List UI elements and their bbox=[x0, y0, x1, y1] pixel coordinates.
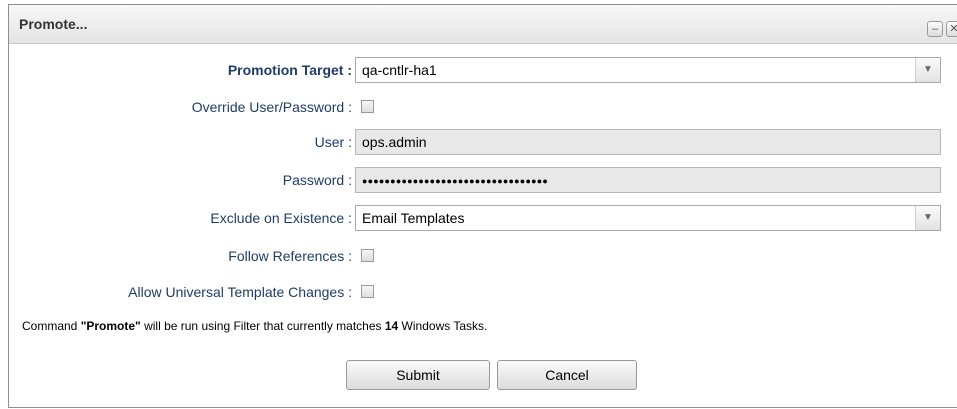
password-field[interactable]: ●●●●●●●●●●●●●●●●●●●●●●●●●●●●●●●●● bbox=[355, 167, 941, 193]
minimize-button[interactable]: – bbox=[927, 21, 943, 37]
info-middle: will be run using Filter that currently … bbox=[140, 319, 385, 333]
dialog-title: Promote... bbox=[19, 16, 88, 32]
chevron-down-icon[interactable]: ▼ bbox=[915, 58, 940, 82]
cancel-button[interactable]: Cancel bbox=[497, 360, 637, 390]
exclude-on-existence-label: Exclude on Existence : bbox=[210, 210, 352, 226]
exclude-on-existence-row: Exclude on Existence : Email Templates ▼ bbox=[9, 205, 957, 233]
user-row: User : ops.admin bbox=[9, 129, 957, 157]
info-suffix: Windows Tasks. bbox=[398, 319, 488, 333]
follow-references-checkbox[interactable] bbox=[361, 249, 374, 262]
password-label: Password : bbox=[282, 172, 352, 188]
promote-dialog: Promote... – ✕ Promotion Target : qa-cnt… bbox=[8, 4, 957, 408]
override-user-password-row: Override User/Password : bbox=[9, 94, 957, 122]
exclude-on-existence-value: Email Templates bbox=[362, 210, 465, 226]
promotion-target-value: qa-cntlr-ha1 bbox=[362, 62, 437, 78]
info-count: 14 bbox=[384, 319, 399, 333]
allow-universal-template-changes-row: Allow Universal Template Changes : bbox=[9, 279, 957, 307]
dialog-titlebar[interactable]: Promote... – ✕ bbox=[9, 5, 957, 44]
promotion-target-row: Promotion Target : qa-cntlr-ha1 ▼ bbox=[9, 57, 957, 85]
follow-references-row: Follow References : bbox=[9, 243, 957, 271]
allow-universal-template-changes-label: Allow Universal Template Changes : bbox=[128, 284, 352, 300]
allow-universal-template-changes-checkbox[interactable] bbox=[361, 285, 374, 298]
password-row: Password : ●●●●●●●●●●●●●●●●●●●●●●●●●●●●●… bbox=[9, 167, 957, 195]
user-value: ops.admin bbox=[362, 134, 427, 150]
user-label: User : bbox=[314, 134, 352, 150]
password-value: ●●●●●●●●●●●●●●●●●●●●●●●●●●●●●●●●● bbox=[362, 176, 548, 186]
close-button[interactable]: ✕ bbox=[946, 21, 957, 37]
promotion-target-label: Promotion Target : bbox=[227, 62, 352, 78]
submit-button[interactable]: Submit bbox=[346, 360, 490, 390]
override-user-password-label: Override User/Password : bbox=[191, 99, 352, 115]
override-user-password-checkbox[interactable] bbox=[361, 100, 374, 113]
promotion-target-select[interactable]: qa-cntlr-ha1 ▼ bbox=[355, 57, 941, 83]
user-field[interactable]: ops.admin bbox=[355, 129, 941, 155]
follow-references-label: Follow References : bbox=[228, 248, 352, 264]
info-command: "Promote" bbox=[80, 319, 141, 333]
exclude-on-existence-select[interactable]: Email Templates ▼ bbox=[355, 205, 941, 231]
command-info-text: Command "Promote" will be run using Filt… bbox=[22, 319, 487, 333]
chevron-down-icon[interactable]: ▼ bbox=[915, 206, 940, 230]
info-prefix: Command bbox=[22, 319, 81, 333]
